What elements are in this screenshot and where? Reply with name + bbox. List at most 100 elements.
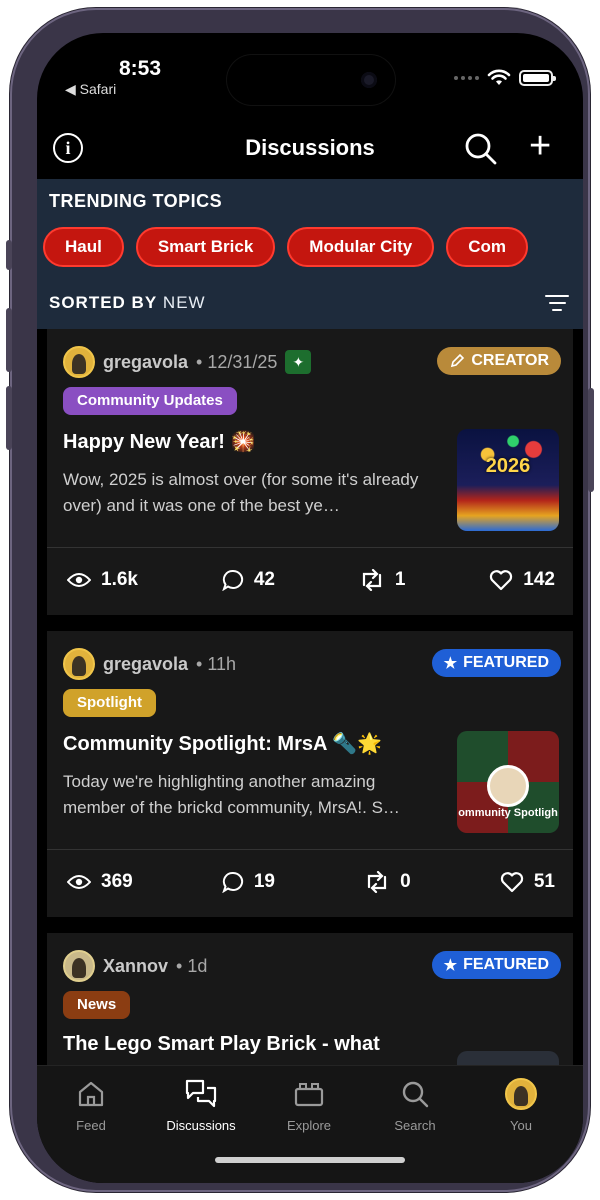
- post-excerpt: Wow, 2025 is almost over (for some it's …: [63, 470, 419, 515]
- card-divider: [47, 849, 573, 850]
- trending-section: TRENDING TOPICS Haul Smart Brick Modular…: [37, 179, 583, 329]
- creator-badge: CREATOR: [437, 347, 561, 375]
- sort-value: NEW: [162, 293, 206, 312]
- heart-icon: [490, 570, 513, 591]
- post-title[interactable]: The Lego Smart Play Brick - what: [63, 1033, 380, 1056]
- add-post-icon[interactable]: +: [529, 127, 551, 165]
- camera-icon: [361, 72, 377, 88]
- post-header: gregavola • 11h: [63, 647, 236, 681]
- featured-badge: ★ FEATURED: [431, 951, 561, 979]
- volume-up-button: [6, 308, 12, 372]
- post-date: • 11h: [196, 653, 237, 674]
- sort-label: SORTED BY: [49, 293, 158, 312]
- heart-icon: [500, 872, 523, 893]
- tab-label: Discussions: [166, 1118, 236, 1133]
- post-header: gregavola • 12/31/25 ✦: [63, 345, 312, 379]
- filter-icon[interactable]: [545, 295, 569, 316]
- search-icon[interactable]: [463, 131, 499, 167]
- page-title: Discussions: [245, 135, 375, 160]
- post-card[interactable]: gregavola • 11h ★ FEATURED Spotlight Com…: [47, 631, 573, 917]
- likes-stat[interactable]: 51: [500, 871, 555, 893]
- search-icon: [402, 1081, 429, 1108]
- post-title[interactable]: Happy New Year! 🎇: [63, 429, 255, 454]
- verified-badge-icon: ✦: [285, 350, 312, 374]
- tab-label: Search: [394, 1118, 436, 1133]
- post-thumbnail[interactable]: 2026: [457, 429, 559, 531]
- power-button: [588, 388, 594, 492]
- comments-stat[interactable]: 19: [222, 871, 275, 893]
- post-card[interactable]: Xannov • 1d ★ FEATURED News The Lego Sma…: [47, 933, 573, 1081]
- pen-icon: [451, 353, 465, 368]
- battery-icon: [519, 70, 556, 86]
- category-tag[interactable]: News: [63, 991, 131, 1019]
- post-stats: 369 19 0 51: [47, 851, 573, 913]
- category-tag[interactable]: Community Updates: [63, 387, 237, 415]
- back-to-safari-link[interactable]: ◀ Safari: [65, 81, 116, 98]
- sort-indicator[interactable]: SORTED BY NEW: [49, 293, 206, 313]
- tab-label: Feed: [76, 1118, 106, 1133]
- star-icon: ★: [443, 957, 458, 974]
- tab-feed[interactable]: Feed: [41, 1076, 141, 1133]
- profile-avatar: [505, 1078, 537, 1110]
- tab-you[interactable]: You: [471, 1076, 571, 1133]
- post-date: • 1d: [176, 955, 208, 976]
- card-divider: [47, 547, 573, 548]
- home-indicator[interactable]: [215, 1157, 405, 1163]
- reposts-stat[interactable]: 0: [364, 871, 411, 893]
- post-author[interactable]: gregavola: [103, 654, 188, 675]
- post-header: Xannov • 1d: [63, 949, 207, 983]
- reposts-stat[interactable]: 1: [359, 569, 405, 591]
- post-excerpt: Today we're highlighting another amazing…: [63, 772, 400, 817]
- status-time: 8:53: [119, 57, 162, 80]
- dynamic-island: [227, 55, 395, 105]
- avatar[interactable]: [63, 346, 95, 378]
- volume-down-button: [6, 386, 12, 450]
- signal-icon: [454, 76, 479, 80]
- topic-chip-partial[interactable]: Com: [446, 227, 529, 267]
- home-icon: [78, 1081, 104, 1107]
- thumbnail-caption: 2026: [485, 455, 531, 477]
- star-icon: ★: [443, 655, 458, 672]
- post-thumbnail[interactable]: ommunity Spotligh: [457, 731, 559, 833]
- brick-icon: [294, 1083, 324, 1107]
- eye-icon: [67, 875, 91, 889]
- avatar[interactable]: [63, 648, 95, 680]
- tab-bar: Feed Discussions Explore Search You: [37, 1065, 583, 1183]
- repost-icon: [368, 871, 387, 893]
- featured-badge: ★ FEATURED: [431, 649, 561, 677]
- comments-stat[interactable]: 42: [222, 569, 275, 591]
- comment-icon: [222, 871, 243, 893]
- topic-chip-haul[interactable]: Haul: [43, 227, 124, 267]
- discussions-icon: [185, 1079, 217, 1108]
- post-card[interactable]: gregavola • 12/31/25 ✦ CREATOR Community…: [47, 329, 573, 615]
- app-header: i Discussions +: [37, 125, 583, 177]
- spotlight-photo: [487, 765, 529, 807]
- comment-icon: [222, 569, 243, 591]
- tab-discussions[interactable]: Discussions: [151, 1076, 251, 1133]
- action-button: [6, 240, 12, 270]
- tab-label: Explore: [286, 1118, 332, 1133]
- featured-badge-label: FEATURED: [463, 654, 549, 671]
- tab-label: You: [510, 1118, 532, 1133]
- repost-icon: [362, 569, 381, 591]
- eye-icon: [67, 573, 91, 587]
- post-title[interactable]: Community Spotlight: MrsA 🔦🌟: [63, 731, 382, 756]
- wifi-icon: [487, 69, 511, 85]
- likes-stat[interactable]: 142: [489, 569, 555, 591]
- tab-explore[interactable]: Explore: [259, 1076, 359, 1133]
- post-date: • 12/31/25: [196, 351, 278, 372]
- post-author[interactable]: gregavola: [103, 352, 188, 373]
- featured-badge-label: FEATURED: [463, 956, 549, 973]
- topic-chip-modular-city[interactable]: Modular City: [287, 227, 435, 267]
- trending-title: TRENDING TOPICS: [49, 191, 223, 211]
- avatar[interactable]: [63, 950, 95, 982]
- topic-chip-smart-brick[interactable]: Smart Brick: [135, 227, 276, 267]
- trending-chips: Haul Smart Brick Modular City Com: [43, 227, 529, 267]
- category-tag[interactable]: Spotlight: [63, 689, 156, 717]
- tab-search[interactable]: Search: [365, 1076, 465, 1133]
- creator-badge-label: CREATOR: [471, 352, 549, 369]
- thumbnail-caption: ommunity Spotligh: [458, 807, 558, 819]
- post-stats: 1.6k 42 1 142: [47, 549, 573, 611]
- post-author[interactable]: Xannov: [103, 956, 168, 977]
- views-stat: 369: [67, 871, 133, 893]
